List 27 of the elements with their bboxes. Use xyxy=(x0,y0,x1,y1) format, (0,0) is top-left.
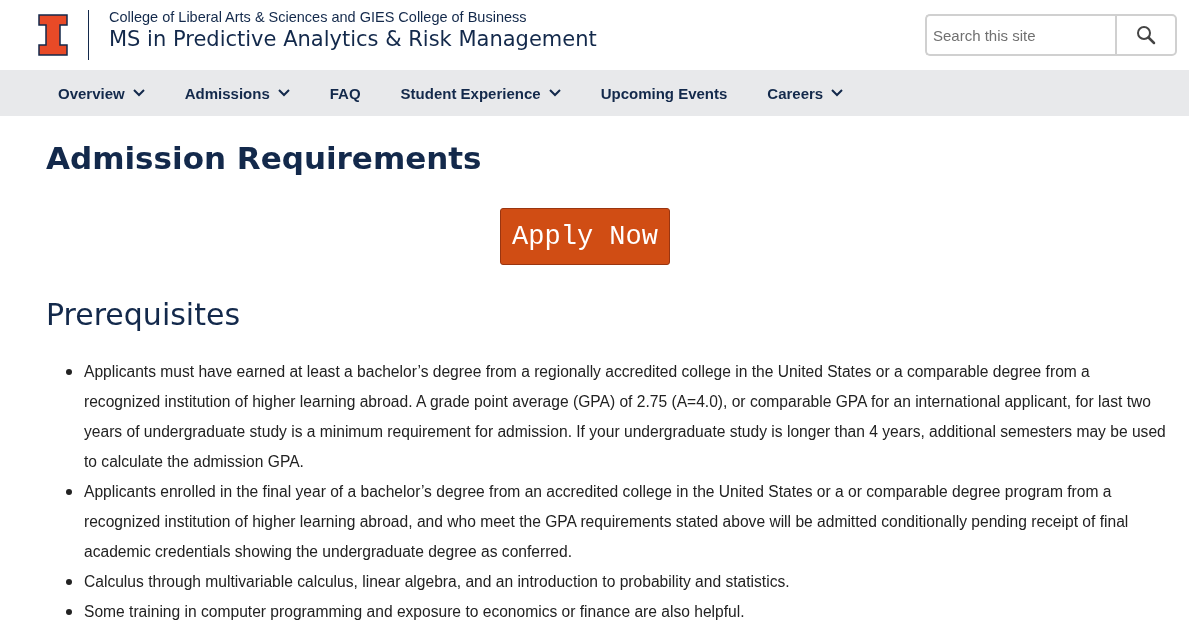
nav-item[interactable]: Overview xyxy=(58,84,145,102)
search-button[interactable] xyxy=(1115,14,1177,56)
block-i-logo[interactable] xyxy=(38,14,68,56)
apply-now-button[interactable]: Apply Now xyxy=(500,208,670,265)
nav-item[interactable]: Upcoming Events xyxy=(600,84,728,102)
bullet-icon xyxy=(66,609,72,615)
bullet-icon xyxy=(66,579,72,585)
list-item-text: Applicants enrolled in the final year of a bachelor’s degree from an accredited college in the United States or a or comparable degree program from a recognized institution of higher learning abroad, and who meet the GPA requirements stated above will be admitted conditionally pending receipt of final academic credentials showing the undergraduate degree as conferred. xyxy=(84,482,1130,562)
search-field[interactable]: Search this site xyxy=(925,14,1115,56)
bullet-icon xyxy=(66,369,72,375)
section-title: Prerequisites xyxy=(46,296,242,334)
list-item-text: Some training in computer programming and exposure to economics or finance are also helpful. xyxy=(84,602,745,622)
nav-item[interactable]: Careers xyxy=(767,84,844,102)
chevron-down-icon xyxy=(132,89,145,97)
bullet-icon xyxy=(66,489,72,495)
chevron-down-icon xyxy=(548,89,561,97)
nav-item[interactable]: FAQ xyxy=(329,84,361,102)
list-item-text: Calculus through multivariable calculus, linear algebra, and an introduction to probability and statistics. xyxy=(84,572,790,592)
list-item-text: Applicants must have earned at least a bachelor’s degree from a regionally accredited college in the United States or a comparable degree from a recognized institution of higher learning abroad. A grade point average (GPA) of 2.75 (A=4.0), or comparable GPA for an international applicant, for last two years of undergraduate study is a minimum requirement for admission. If your undergraduate study is longer than 4 years, additional semesters may be used to calculate the admission GPA. xyxy=(84,362,1167,472)
page-title: Admission Requirements xyxy=(46,139,483,178)
search-icon xyxy=(1136,25,1156,45)
site-title[interactable]: MS in Predictive Analytics & Risk Management xyxy=(109,27,925,51)
nav-item[interactable]: Student Experience xyxy=(400,84,561,102)
chevron-down-icon xyxy=(831,89,844,97)
nav-item[interactable]: Admissions xyxy=(184,84,290,102)
college-name: College of Liberal Arts & Sciences and GIES College of Business xyxy=(109,9,528,25)
chevron-down-icon xyxy=(277,89,290,97)
